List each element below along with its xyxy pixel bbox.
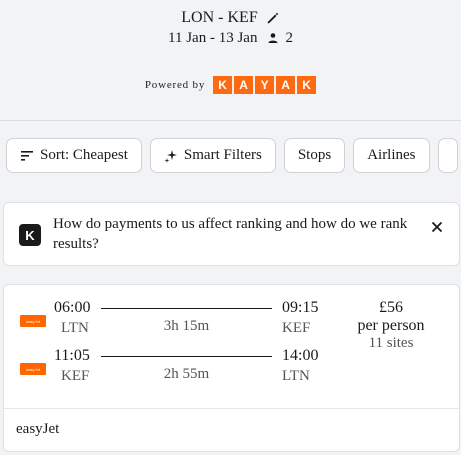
arrival-airport: KEF — [282, 320, 311, 336]
stops-chip[interactable]: Stops — [283, 138, 346, 173]
sites-count: 11 sites — [368, 335, 414, 351]
person-icon — [268, 33, 278, 43]
sparkle-icon — [164, 149, 177, 163]
departure-time: 06:00 — [54, 299, 91, 316]
date-row: 11 Jan - 13 Jan 2 — [0, 28, 461, 48]
edit-icon[interactable] — [266, 11, 280, 25]
inbound-leg: easyJet 11:05 KEF 2h 55m 14:00 LTN — [4, 347, 344, 391]
route-row: LON - KEF — [0, 6, 461, 30]
sort-chip-label: Sort: Cheapest — [40, 147, 128, 163]
route-line — [101, 308, 272, 309]
powered-by: Powered by K A Y A K — [0, 76, 461, 94]
kayak-letter: K — [213, 76, 233, 94]
easyjet-logo-icon: easyJet — [20, 363, 46, 375]
carrier-name: easyJet — [16, 421, 60, 437]
arrival-airport: LTN — [282, 368, 310, 384]
route-text: LON - KEF — [181, 9, 258, 26]
powered-by-text: Powered by — [144, 79, 206, 91]
header-divider — [0, 120, 461, 121]
departure-airport: KEF — [61, 368, 90, 384]
close-icon[interactable] — [431, 221, 443, 233]
kayak-letter: A — [234, 76, 254, 94]
arrival-time: 09:15 — [282, 299, 319, 316]
flight-result-card[interactable]: easyJet 06:00 LTN 3h 15m 09:15 KEF easyJ… — [3, 284, 460, 452]
flight-results-page: LON - KEF 11 Jan - 13 Jan 2 Powered by K… — [0, 0, 461, 455]
departure-time: 11:05 — [54, 347, 90, 364]
price-block[interactable]: £56 per person 11 sites — [341, 299, 441, 352]
airlines-label: Airlines — [367, 147, 416, 163]
passenger-count: 2 — [285, 29, 293, 46]
kayak-letter: K — [297, 76, 317, 94]
kayak-letter: Y — [255, 76, 275, 94]
kayak-letter: A — [276, 76, 296, 94]
price: £56 — [379, 299, 403, 316]
filter-chips: Sort: Cheapest Smart Filters Stops Airli… — [6, 138, 458, 173]
per-person-label: per person — [357, 317, 425, 334]
banner-text: How do payments to us affect ranking and… — [53, 216, 408, 252]
arrival-time: 14:00 — [282, 347, 319, 364]
smart-filters-label: Smart Filters — [183, 147, 262, 163]
outbound-leg: easyJet 06:00 LTN 3h 15m 09:15 KEF — [4, 299, 344, 343]
dates-text: 11 Jan - 13 Jan — [168, 29, 258, 46]
sort-chip[interactable]: Sort: Cheapest — [6, 138, 142, 173]
flight-duration: 3h 15m — [163, 318, 210, 334]
easyjet-logo-icon: easyJet — [20, 315, 46, 327]
route-line — [101, 356, 272, 357]
sort-icon — [21, 150, 33, 161]
smart-filters-chip[interactable]: Smart Filters — [149, 138, 276, 173]
search-summary[interactable]: LON - KEF 11 Jan - 13 Jan 2 — [0, 6, 461, 48]
card-divider — [4, 408, 459, 409]
airlines-chip[interactable]: Airlines — [353, 138, 430, 173]
kayak-k-icon: K — [19, 224, 41, 246]
ranking-info-banner[interactable]: K How do payments to us affect ranking a… — [3, 202, 460, 266]
more-chip[interactable] — [437, 138, 458, 173]
stops-label: Stops — [297, 147, 332, 163]
flight-duration: 2h 55m — [163, 366, 210, 382]
kayak-logo: K A Y A K — [213, 76, 317, 94]
departure-airport: LTN — [61, 320, 89, 336]
